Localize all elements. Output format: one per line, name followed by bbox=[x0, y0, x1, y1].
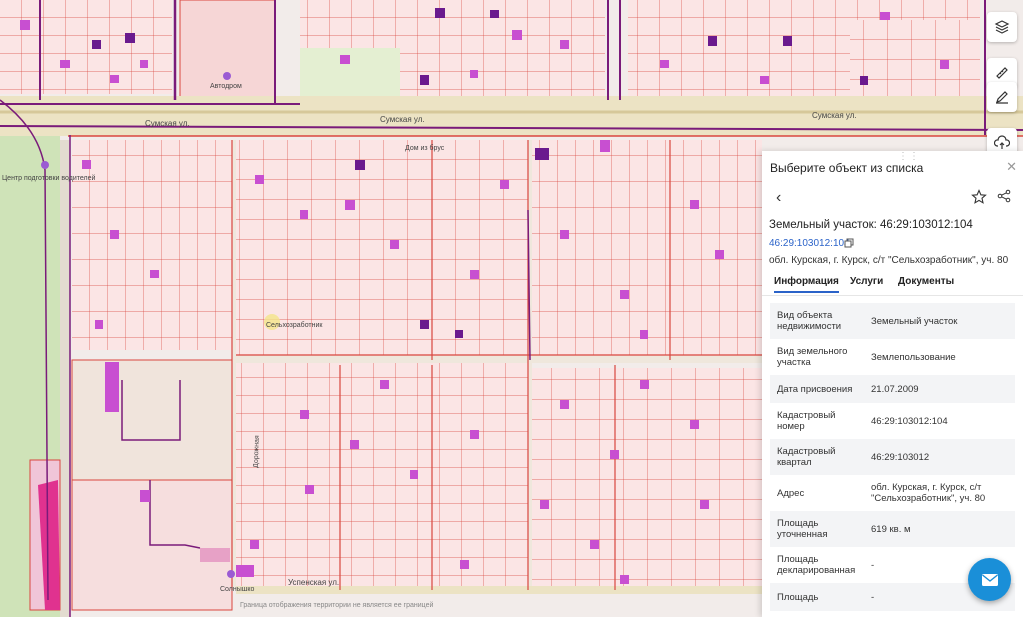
poi-label: Автодром bbox=[210, 83, 242, 90]
info-value: 21.07.2009 bbox=[864, 375, 1015, 403]
panel-header: Выберите объект из списка ✕ bbox=[762, 151, 1023, 185]
cadastral-number-link[interactable]: 46:29:103012:104 bbox=[769, 238, 850, 249]
panel-header-title: Выберите объект из списка bbox=[770, 161, 924, 175]
copy-icon[interactable] bbox=[844, 238, 854, 248]
panel-nav: ‹ bbox=[762, 187, 1023, 211]
info-row: Площадь уточненная 619 кв. м bbox=[770, 511, 1015, 547]
parcel-block[interactable] bbox=[530, 140, 762, 362]
object-info-panel: ⋮⋮ Выберите объект из списка ✕ ‹ Земельн… bbox=[762, 151, 1023, 617]
tab-info[interactable]: Информация bbox=[774, 276, 839, 293]
edit-icon bbox=[996, 91, 1008, 104]
info-row: Вид земельного участка Землепользование bbox=[770, 339, 1015, 375]
info-label: Площадь декларированная bbox=[777, 554, 856, 576]
info-value: 46:29:103012:104 bbox=[871, 415, 948, 427]
back-arrow-icon[interactable]: ‹ bbox=[776, 189, 781, 207]
layers-icon bbox=[994, 20, 1010, 34]
poi-label: Дом из брус bbox=[405, 144, 445, 152]
share-icon[interactable] bbox=[997, 189, 1011, 203]
info-row: Дата присвоения 21.07.2009 bbox=[770, 375, 1015, 403]
street-label: Сумская ул. bbox=[812, 111, 857, 120]
object-title: Земельный участок: 46:29:103012:104 bbox=[769, 219, 973, 231]
close-icon[interactable]: ✕ bbox=[1006, 159, 1017, 175]
tab-documents[interactable]: Документы bbox=[898, 276, 954, 287]
info-row: Кадастровый номер 46:29:103012:104 bbox=[770, 403, 1015, 439]
mail-icon bbox=[981, 573, 998, 586]
info-label: Кадастровый номер bbox=[777, 410, 836, 432]
poi-label: Солнышко bbox=[220, 586, 255, 593]
info-label: Площадь bbox=[770, 583, 864, 611]
map-disclaimer: Граница отображения территории не являет… bbox=[240, 602, 434, 609]
upload-icon bbox=[994, 135, 1010, 149]
ruler-icon bbox=[996, 67, 1008, 79]
parcel-block[interactable] bbox=[0, 0, 172, 94]
contact-button[interactable] bbox=[968, 558, 1011, 601]
street-label: Сумская ул. bbox=[145, 119, 190, 128]
info-label: Площадь уточненная bbox=[770, 511, 864, 547]
info-label: Вид объекта недвижимости bbox=[770, 303, 864, 339]
parcel-large[interactable] bbox=[71, 359, 233, 481]
parcel-autodrome[interactable] bbox=[179, 0, 276, 107]
info-row: Вид объекта недвижимости Земельный участо… bbox=[770, 303, 1015, 339]
info-label: Дата присвоения bbox=[770, 375, 864, 403]
panel-tabs: Информация Услуги Документы bbox=[762, 273, 1023, 296]
info-row: Адрес обл. Курская, г. Курск, с/т "Сельхо… bbox=[770, 475, 1015, 511]
info-label: Вид земельного участка bbox=[777, 346, 848, 368]
parcel-block[interactable] bbox=[236, 362, 528, 587]
info-value: обл. Курская, г. Курск, с/т "Сельхозрабо… bbox=[871, 482, 986, 504]
tab-services[interactable]: Услуги bbox=[850, 276, 883, 287]
parcel-block[interactable] bbox=[72, 140, 232, 350]
street-label: Сумская ул. bbox=[380, 115, 425, 124]
layers-button[interactable] bbox=[987, 12, 1017, 42]
info-label: Кадастровый квартал bbox=[770, 439, 864, 475]
info-label: Адрес bbox=[777, 487, 805, 499]
poi-label: Центр подготовки водителей bbox=[2, 174, 96, 182]
info-row: Кадастровый квартал 46:29:103012 bbox=[770, 439, 1015, 475]
info-value: Землепользование bbox=[871, 351, 956, 363]
star-icon[interactable] bbox=[971, 189, 987, 205]
edit-button[interactable] bbox=[987, 82, 1017, 112]
street-label: Успенская ул. bbox=[288, 578, 339, 587]
info-value: 619 кв. м bbox=[864, 511, 1015, 547]
poi-label: Дорожная bbox=[253, 435, 261, 468]
info-value: Земельный участок bbox=[864, 303, 1015, 339]
object-address: обл. Курская, г. Курск, с/т "Сельхозрабо… bbox=[769, 255, 1009, 266]
poi-label: Сельхозработник bbox=[266, 321, 323, 329]
info-value: 46:29:103012 bbox=[864, 439, 1015, 475]
